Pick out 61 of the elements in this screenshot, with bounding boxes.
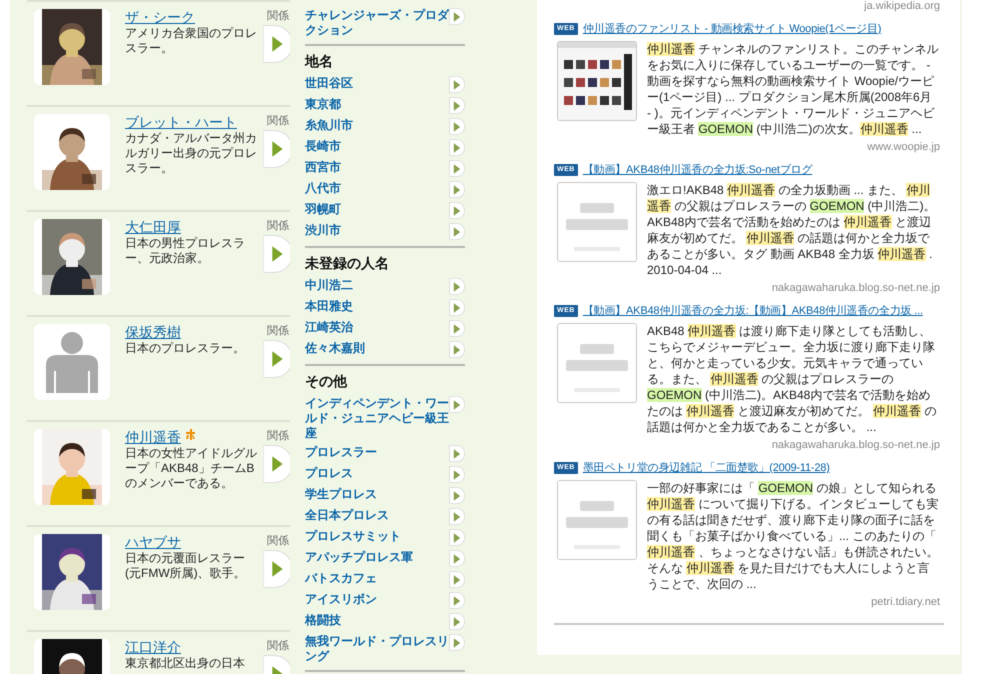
category-link[interactable]: 東京都 xyxy=(305,97,449,112)
category-link[interactable]: バトスカフェ xyxy=(305,571,449,586)
category-link[interactable]: チャレンジャーズ・プロダクション xyxy=(305,8,449,38)
category-link[interactable]: 八代市 xyxy=(305,181,449,196)
source-url: www.woopie.jp xyxy=(867,141,940,153)
section-heading: 地名 xyxy=(305,52,334,70)
category-link[interactable]: 無我ワールド・プロレスリング xyxy=(305,634,449,664)
person-name-link[interactable]: ブレット・ハート xyxy=(125,114,237,131)
relation-label: 関係 xyxy=(267,114,289,128)
person-description: 日本のプロレスラー。 xyxy=(125,341,246,356)
relation-label: 関係 xyxy=(267,534,289,548)
category-link[interactable]: 長崎市 xyxy=(305,139,449,154)
result-title-link[interactable]: 墨田ペトリ堂の身辺雑記 「二面楚歌」(2009-11-28) xyxy=(582,460,830,476)
category-link[interactable]: プロレスラー xyxy=(305,445,449,460)
person-description: カナダ・アルバータ州カルガリー出身の元プロレスラー。 xyxy=(125,131,258,176)
result-snippet: 一部の好事家には「 GOEMON の娘」として知られる 仲川遥香 について掘り下げる。インタビューしても実の有る話は聞きだせず、渡り廊下走り隊の面子に話を聞くも「お菓子ばかり食べている」... このあたりの「 仲川遥香 、ちょっとなさけない話」も併読されたい。そんな 仲川遥香 を見た目だけでも大人にしようと言うことで、次回の ... xyxy=(647,480,939,592)
relation-label: 関係 xyxy=(267,429,289,443)
section-heading: その他 xyxy=(305,372,348,390)
category-link[interactable]: 本田雅史 xyxy=(305,299,449,314)
category-link[interactable]: 佐々木嘉則 xyxy=(305,341,449,356)
source-url: petri.tdiary.net xyxy=(871,596,940,608)
category-link[interactable]: 全日本プロレス xyxy=(305,508,449,523)
person-description: アメリカ合衆国のプロレスラー。 xyxy=(125,26,258,56)
result-snippet: 仲川遥香 チャンネルのファンリスト。このチャンネルをお気に入りに保存しているユーザーの一覧です。 - 動画を探すなら無料の動画検索サイト Woopie/ウーピー(1ページ目) ... プロダクション尾木所属(2008年6月 - )。元インディペンデント・ワールド・ジュニアヘビー級王者 GOEMON (中川浩二)の次女。仲川遥香 ... xyxy=(647,41,939,137)
category-link[interactable]: アパッチプロレス軍 xyxy=(305,550,449,565)
source-url: nakagawaharuka.blog.so-net.ne.jp xyxy=(772,439,940,451)
person-name-link[interactable]: ザ・シーク xyxy=(125,9,195,26)
person-name-link[interactable]: 仲川遥香 xyxy=(125,429,181,446)
person-name-link[interactable]: ハヤブサ xyxy=(125,534,181,551)
category-link[interactable]: インディペンデント・ワールド・ジュニアヘビー級王座 xyxy=(305,396,449,441)
person-name-link[interactable]: 大仁田厚 xyxy=(125,219,181,236)
source-url: nakagawaharuka.blog.so-net.ne.jp xyxy=(772,282,940,294)
result-title-link[interactable]: 【動画】AKB48仲川遥香の全力坂:【動画】AKB48仲川遥香の全力坂 ... xyxy=(582,303,923,319)
person-description: 日本の男性プロレスラー、元政治家。 xyxy=(125,236,246,266)
relation-label: 関係 xyxy=(267,219,289,233)
category-link[interactable]: 世田谷区 xyxy=(305,76,449,91)
result-title-link[interactable]: 【動画】AKB48仲川遥香の全力坂:So-netブログ xyxy=(582,162,812,178)
relation-label: 関係 xyxy=(267,639,289,653)
result-snippet: AKB48 仲川遥香 は渡り廊下走り隊としても活動し、こちらでメジャーデビュー。全力坂に渡り廊下走り隊と、何かと走っている少女。元気キャラで通っている。また、 仲川遥香 の父親はプロレスラーの GOEMON (中川浩二)。AKB48内で芸名で活動を始めたのは 仲川遥香 と渡辺麻友が初めてだ。 仲川遥香 の話題は何かと全力坂であることが多い。 ... xyxy=(647,323,938,435)
section-heading: 未登録の人名 xyxy=(305,254,390,272)
person-description: 東京都北区出身の日本 xyxy=(125,656,246,671)
category-link[interactable]: 江崎英治 xyxy=(305,320,449,335)
category-link[interactable]: アイスリボン xyxy=(305,592,449,607)
source-url: ja.wikipedia.org xyxy=(864,0,940,12)
relation-label: 関係 xyxy=(267,324,289,338)
category-link[interactable]: 格闘技 xyxy=(305,613,449,628)
category-link[interactable]: 西宮市 xyxy=(305,160,449,175)
person-name-link[interactable]: 江口洋介 xyxy=(125,639,181,656)
category-link[interactable]: 中川浩二 xyxy=(305,278,449,293)
category-link[interactable]: 糸魚川市 xyxy=(305,118,449,133)
person-name-link[interactable]: 保坂秀樹 xyxy=(125,324,181,341)
category-link[interactable]: プロレス xyxy=(305,466,449,481)
relation-label: 関係 xyxy=(267,9,289,23)
category-link[interactable]: 学生プロレス xyxy=(305,487,449,502)
result-snippet: 激エロ!AKB48 仲川遥香 の全力坂動画 ... また、 仲川遥香 の父親はプロレスラーの GOEMON (中川浩二)。AKB48内で芸名で活動を始めたのは 仲川遥香 と渡辺麻友が初めてだ。 仲川遥香 の話題は何かと全力坂であることが多い。タグ 動画 AKB48 全力坂 仲川遥香 . 2010-04-04 ... xyxy=(647,182,937,278)
person-description: 日本の女性アイドルグループ「AKB48」チームBのメンバーである。 xyxy=(125,446,258,491)
category-link[interactable]: プロレスサミット xyxy=(305,529,449,544)
result-title-link[interactable]: 仲川遥香のファンリスト - 動画検索サイト Woopie(1ページ目) xyxy=(582,21,882,37)
person-description: 日本の元覆面レスラー(元FMW所属)、歌手。 xyxy=(125,551,247,581)
category-link[interactable]: 渋川市 xyxy=(305,223,449,238)
category-link[interactable]: 羽幌町 xyxy=(305,202,449,217)
